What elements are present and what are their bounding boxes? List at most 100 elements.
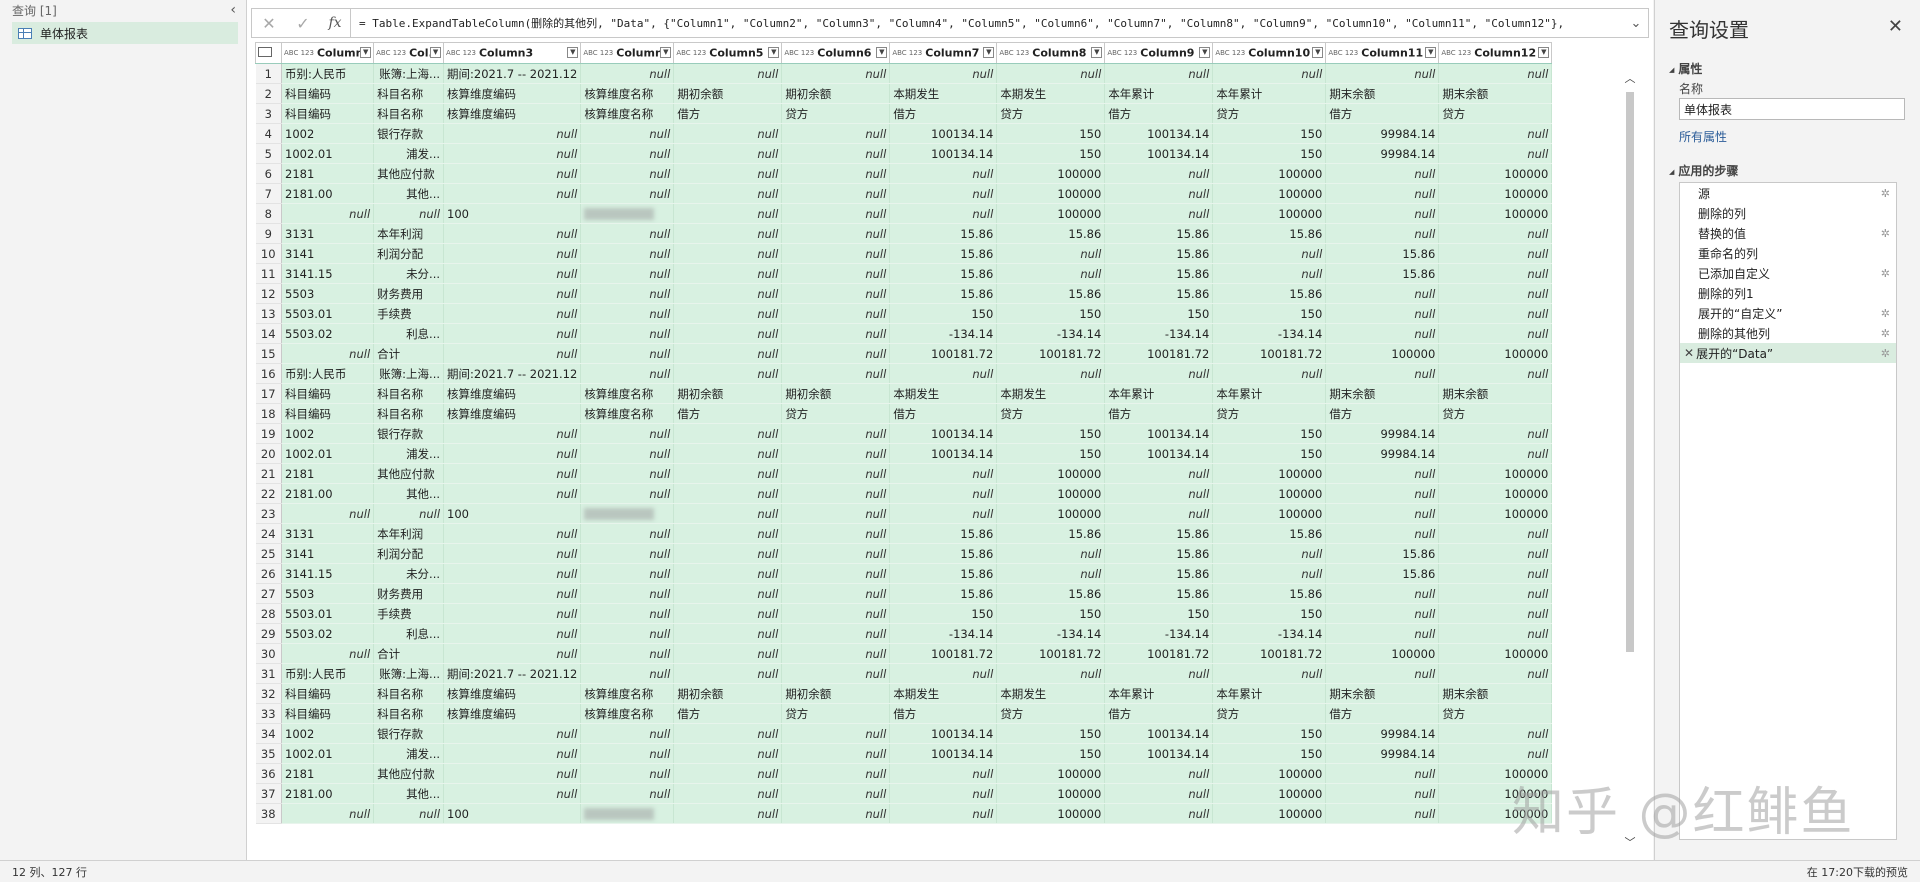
table-cell[interactable]: 5503.02 xyxy=(281,323,375,344)
table-cell[interactable]: null xyxy=(889,763,998,784)
table-cell[interactable]: null xyxy=(580,523,675,544)
table-cell[interactable]: 5503 xyxy=(281,283,375,304)
table-cell[interactable]: 其他... xyxy=(373,183,445,204)
table-cell[interactable]: 5503.01 xyxy=(281,603,375,624)
table-cell[interactable]: null xyxy=(673,463,783,484)
table-cell[interactable]: 100000 xyxy=(1438,183,1553,204)
table-cell[interactable]: 100181.72 xyxy=(1212,643,1327,664)
table-cell[interactable]: null xyxy=(673,663,783,684)
table-cell[interactable]: null xyxy=(1325,803,1440,824)
table-cell[interactable]: null xyxy=(673,603,783,624)
table-cell[interactable]: null xyxy=(580,743,675,764)
table-cell[interactable]: null xyxy=(781,443,891,464)
table-cell[interactable]: null xyxy=(781,763,891,784)
gear-icon[interactable]: ✲ xyxy=(1881,267,1890,280)
table-cell[interactable]: 贷方 xyxy=(996,703,1106,724)
table-cell[interactable]: null xyxy=(673,643,783,664)
filter-dropdown-icon[interactable]: ▼ xyxy=(983,47,995,58)
table-cell[interactable]: null xyxy=(996,243,1106,264)
table-cell[interactable]: 150 xyxy=(1212,423,1327,444)
table-cell[interactable]: 15.86 xyxy=(889,263,998,284)
table-cell[interactable]: null xyxy=(1325,763,1440,784)
table-cell[interactable]: 100000 xyxy=(1212,763,1327,784)
table-cell[interactable]: null xyxy=(281,203,375,224)
formula-input[interactable]: = Table.ExpandTableColumn(删除的其他列, "Data"… xyxy=(351,15,1624,31)
filter-dropdown-icon[interactable]: ▼ xyxy=(360,47,372,58)
table-cell[interactable]: null xyxy=(1325,163,1440,184)
table-cell[interactable]: null xyxy=(673,723,783,744)
table-cell[interactable]: null xyxy=(889,483,998,504)
table-cell[interactable]: null xyxy=(281,643,375,664)
table-cell[interactable]: null xyxy=(889,63,998,84)
table-cell[interactable]: null xyxy=(673,363,783,384)
filter-dropdown-icon[interactable]: ▼ xyxy=(1091,47,1103,58)
table-cell[interactable]: null xyxy=(781,603,891,624)
filter-dropdown-icon[interactable]: ▼ xyxy=(1312,47,1324,58)
table-cell[interactable]: 2181 xyxy=(281,763,375,784)
table-cell[interactable]: 99984.14 xyxy=(1325,723,1440,744)
table-cell[interactable]: 15.86 xyxy=(1212,283,1327,304)
table-cell[interactable]: 100000 xyxy=(1438,343,1553,364)
table-cell[interactable]: 期初余额 xyxy=(673,383,783,404)
table-cell[interactable]: null xyxy=(673,223,783,244)
table-cell[interactable]: null xyxy=(580,603,675,624)
table-cell[interactable]: null xyxy=(781,203,891,224)
table-cell[interactable]: null xyxy=(1212,663,1327,684)
table-cell[interactable]: null xyxy=(580,303,675,324)
table-cell[interactable]: null xyxy=(781,63,891,84)
table-cell[interactable]: null xyxy=(443,623,582,644)
table-cell[interactable]: null xyxy=(1325,783,1440,804)
row-number[interactable]: 1 xyxy=(255,63,282,84)
table-cell[interactable]: 100000 xyxy=(996,463,1106,484)
table-cell[interactable]: 100000 xyxy=(1325,343,1440,364)
table-cell[interactable]: null xyxy=(673,743,783,764)
table-cell[interactable]: 科目编码 xyxy=(281,683,375,704)
table-cell[interactable]: null xyxy=(1104,783,1214,804)
table-cell[interactable]: 100000 xyxy=(996,203,1106,224)
table-cell[interactable]: 贷方 xyxy=(996,403,1106,424)
table-cell[interactable]: null xyxy=(443,423,582,444)
table-cell[interactable]: null xyxy=(673,123,783,144)
table-cell[interactable]: null xyxy=(1438,523,1553,544)
table-cell[interactable]: null xyxy=(781,803,891,824)
table-cell[interactable]: 100000 xyxy=(1212,203,1327,224)
table-cell[interactable]: 150 xyxy=(1212,603,1327,624)
table-cell[interactable]: 100000 xyxy=(996,163,1106,184)
table-cell[interactable]: null xyxy=(1438,243,1553,264)
table-cell[interactable]: 借方 xyxy=(1325,703,1440,724)
table-cell[interactable]: null xyxy=(580,463,675,484)
table-cell[interactable]: 15.86 xyxy=(1104,583,1214,604)
row-number[interactable]: 19 xyxy=(255,423,282,444)
expand-formula-chevron-icon[interactable]: ⌄ xyxy=(1624,16,1648,31)
table-cell[interactable]: null xyxy=(1325,183,1440,204)
table-cell[interactable]: 15.86 xyxy=(889,583,998,604)
table-cell[interactable]: 财务费用 xyxy=(373,583,445,604)
table-cell[interactable]: 100181.72 xyxy=(1104,643,1214,664)
table-cell[interactable]: null xyxy=(373,503,445,524)
table-cell[interactable]: 100134.14 xyxy=(889,443,998,464)
table-cell[interactable]: null xyxy=(673,343,783,364)
table-cell[interactable]: null xyxy=(781,363,891,384)
table-cell[interactable]: null xyxy=(673,63,783,84)
table-cell[interactable]: null xyxy=(580,163,675,184)
table-cell[interactable]: 银行存款 xyxy=(373,723,445,744)
table-cell[interactable]: null xyxy=(673,163,783,184)
table-cell[interactable]: 浦发... xyxy=(373,143,445,164)
table-cell[interactable]: null xyxy=(1104,203,1214,224)
row-number[interactable]: 30 xyxy=(255,643,282,664)
table-cell[interactable]: null xyxy=(673,543,783,564)
table-cell[interactable]: null xyxy=(673,263,783,284)
table-cell[interactable]: null xyxy=(1212,363,1327,384)
table-cell[interactable]: null xyxy=(580,563,675,584)
table-cell[interactable]: 期末余额 xyxy=(1438,383,1553,404)
table-cell[interactable]: 期末余额 xyxy=(1325,383,1440,404)
table-cell[interactable]: null xyxy=(1212,243,1327,264)
table-cell[interactable]: 本年利润 xyxy=(373,223,445,244)
row-number[interactable]: 13 xyxy=(255,303,282,324)
table-cell[interactable]: null xyxy=(781,243,891,264)
table-cell[interactable]: 100000 xyxy=(1212,463,1327,484)
table-cell[interactable]: null xyxy=(443,563,582,584)
table-cell[interactable]: 15.86 xyxy=(1104,223,1214,244)
applied-step-item[interactable]: 删除的列1 xyxy=(1680,283,1896,303)
table-cell[interactable]: null xyxy=(580,643,675,664)
